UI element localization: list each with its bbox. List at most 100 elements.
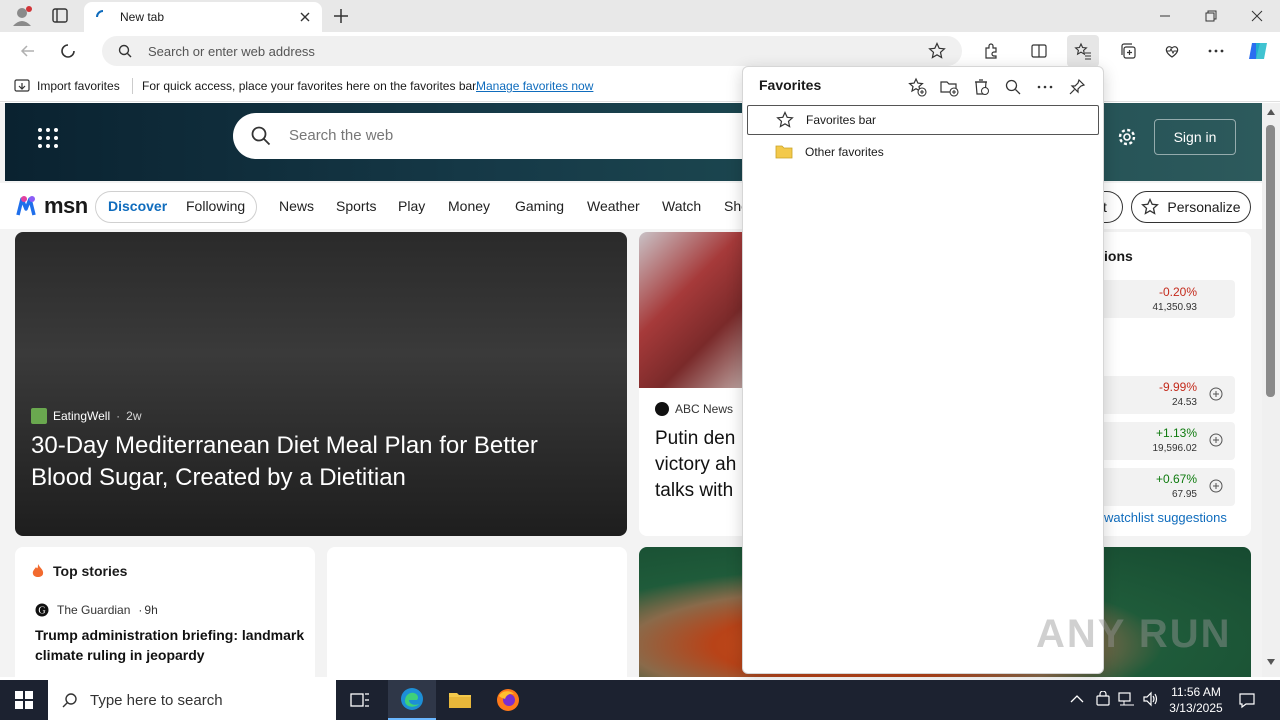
favorites-icon[interactable] xyxy=(1067,35,1099,67)
import-favorites-button[interactable]: Import favorites xyxy=(14,78,120,94)
show-hidden-icons[interactable] xyxy=(1070,694,1084,704)
task-view-icon[interactable] xyxy=(336,680,384,720)
hero-age: 2w xyxy=(126,409,142,423)
story-source-name: The Guardian xyxy=(57,603,131,617)
add-to-watchlist-icon[interactable] xyxy=(1209,433,1223,447)
system-clock[interactable]: 11:56 AM 3/13/2025 xyxy=(1160,684,1232,716)
copilot-icon[interactable] xyxy=(1242,35,1274,67)
watchlist-suggestions-link[interactable]: watchlist suggestions xyxy=(1104,510,1227,525)
volume-icon[interactable] xyxy=(1142,691,1160,707)
apps-grid-icon[interactable] xyxy=(37,127,59,149)
favorites-bar-folder[interactable]: Favorites bar xyxy=(747,105,1099,135)
file-explorer-icon[interactable] xyxy=(436,680,484,720)
network-icon[interactable] xyxy=(1118,691,1136,707)
folder-icon xyxy=(775,144,793,160)
story-headline[interactable]: Trump administration briefing: landmark … xyxy=(35,625,305,665)
tab-actions-icon[interactable] xyxy=(48,6,72,26)
web-search-placeholder: Search the web xyxy=(289,127,394,144)
add-to-watchlist-icon[interactable] xyxy=(1209,387,1223,401)
abc-news-logo-icon xyxy=(655,402,669,416)
scroll-down-icon[interactable] xyxy=(1267,659,1275,665)
add-this-page-icon[interactable] xyxy=(903,73,931,101)
hero-dot: · xyxy=(116,409,121,423)
import-icon xyxy=(14,78,30,94)
tab-discover[interactable]: Discover xyxy=(108,198,167,214)
nav-weather[interactable]: Weather xyxy=(587,198,640,214)
story-dot: · xyxy=(138,603,143,617)
page-scrollbar[interactable] xyxy=(1262,103,1280,677)
stop-loading-icon[interactable] xyxy=(52,35,84,67)
favorites-panel: Favorites Favorites bar Other favorites xyxy=(742,66,1104,674)
address-placeholder: Search or enter web address xyxy=(148,44,315,59)
firefox-icon[interactable] xyxy=(484,680,532,720)
taskbar-search-placeholder: Type here to search xyxy=(90,691,223,709)
markets-heading: ions xyxy=(1104,248,1133,264)
add-to-watchlist-icon[interactable] xyxy=(1209,479,1223,493)
more-options-icon[interactable] xyxy=(1031,73,1059,101)
new-tab-icon[interactable] xyxy=(330,6,352,26)
security-icon[interactable] xyxy=(1095,691,1111,707)
empty-card xyxy=(327,547,627,677)
add-favorite-star-icon[interactable] xyxy=(928,42,946,60)
minimize-icon[interactable] xyxy=(1142,0,1188,32)
sign-in-button[interactable]: Sign in xyxy=(1154,119,1236,155)
favorites-cleanup-icon[interactable] xyxy=(967,73,995,101)
browser-toolbar: Search or enter web address xyxy=(0,32,1280,70)
windows-start-icon[interactable] xyxy=(0,680,48,720)
hero-article-source: EatingWell · 2w xyxy=(31,408,141,424)
nav-money[interactable]: Money xyxy=(448,198,490,214)
svg-text:G: G xyxy=(38,606,45,617)
scroll-thumb[interactable] xyxy=(1266,125,1275,397)
collections-icon[interactable] xyxy=(1112,35,1144,67)
search-favorites-icon[interactable] xyxy=(999,73,1027,101)
import-label: Import favorites xyxy=(37,79,120,93)
stock-value: 41,350.93 xyxy=(1152,302,1198,313)
msn-logo-text: msn xyxy=(44,193,88,218)
notifications-icon[interactable] xyxy=(1238,691,1256,709)
tab-following[interactable]: Following xyxy=(186,198,245,214)
split-screen-icon[interactable] xyxy=(1023,35,1055,67)
hero-article-title: 30-Day Mediterranean Diet Meal Plan for … xyxy=(31,432,538,491)
back-icon[interactable] xyxy=(12,35,44,67)
top-stories-card: Top stories G The Guardian · 9h Trump ad… xyxy=(15,547,315,677)
top-stories-heading: Top stories xyxy=(53,563,128,579)
restore-icon[interactable] xyxy=(1188,0,1234,32)
nav-sports[interactable]: Sports xyxy=(336,198,376,214)
personalize-button[interactable]: Personalize xyxy=(1131,191,1251,223)
edge-taskbar-icon[interactable] xyxy=(388,680,436,720)
hero-article-card[interactable]: EatingWell · 2w 30-Day Mediterranean Die… xyxy=(15,232,627,536)
nav-watch[interactable]: Watch xyxy=(662,198,701,214)
personalize-label: Personalize xyxy=(1167,199,1241,215)
tab-title: New tab xyxy=(120,10,165,24)
nav-play[interactable]: Play xyxy=(398,198,425,214)
close-window-icon[interactable] xyxy=(1234,0,1280,32)
nav-news[interactable]: News xyxy=(279,198,314,214)
story-age: 9h xyxy=(144,603,158,617)
clock-date: 3/13/2025 xyxy=(1169,701,1223,715)
add-folder-icon[interactable] xyxy=(935,73,963,101)
favorites-panel-title: Favorites xyxy=(759,77,822,93)
favorites-bar-label: Favorites bar xyxy=(806,113,877,127)
web-search-box[interactable]: Search the web xyxy=(233,113,793,159)
address-bar[interactable]: Search or enter web address xyxy=(102,36,962,66)
nav-gaming[interactable]: Gaming xyxy=(515,198,564,214)
tab-new-tab[interactable]: New tab xyxy=(84,2,322,32)
manage-favorites-link[interactable]: Manage favorites now xyxy=(476,79,593,93)
favbar-hint: For quick access, place your favorites h… xyxy=(142,79,479,93)
article-source: ABC News xyxy=(655,402,733,416)
settings-gear-icon[interactable] xyxy=(1117,127,1137,147)
profile-icon[interactable] xyxy=(8,4,36,28)
taskbar-search-icon xyxy=(62,692,78,708)
extensions-icon[interactable] xyxy=(975,35,1007,67)
web-search-icon xyxy=(251,126,271,146)
performance-icon[interactable] xyxy=(1156,35,1188,67)
scroll-up-icon[interactable] xyxy=(1267,109,1275,115)
taskbar-search-box[interactable]: Type here to search xyxy=(48,680,336,720)
more-options-icon[interactable] xyxy=(1200,35,1232,67)
msn-logo[interactable]: msn xyxy=(16,193,88,219)
close-tab-icon[interactable] xyxy=(298,10,312,24)
taskbar: Type here to search 11:56 AM 3/13/2025 xyxy=(0,680,1280,720)
pin-panel-icon[interactable] xyxy=(1063,73,1091,101)
top-stories-header: Top stories xyxy=(31,563,127,579)
other-favorites-folder[interactable]: Other favorites xyxy=(747,137,1099,167)
